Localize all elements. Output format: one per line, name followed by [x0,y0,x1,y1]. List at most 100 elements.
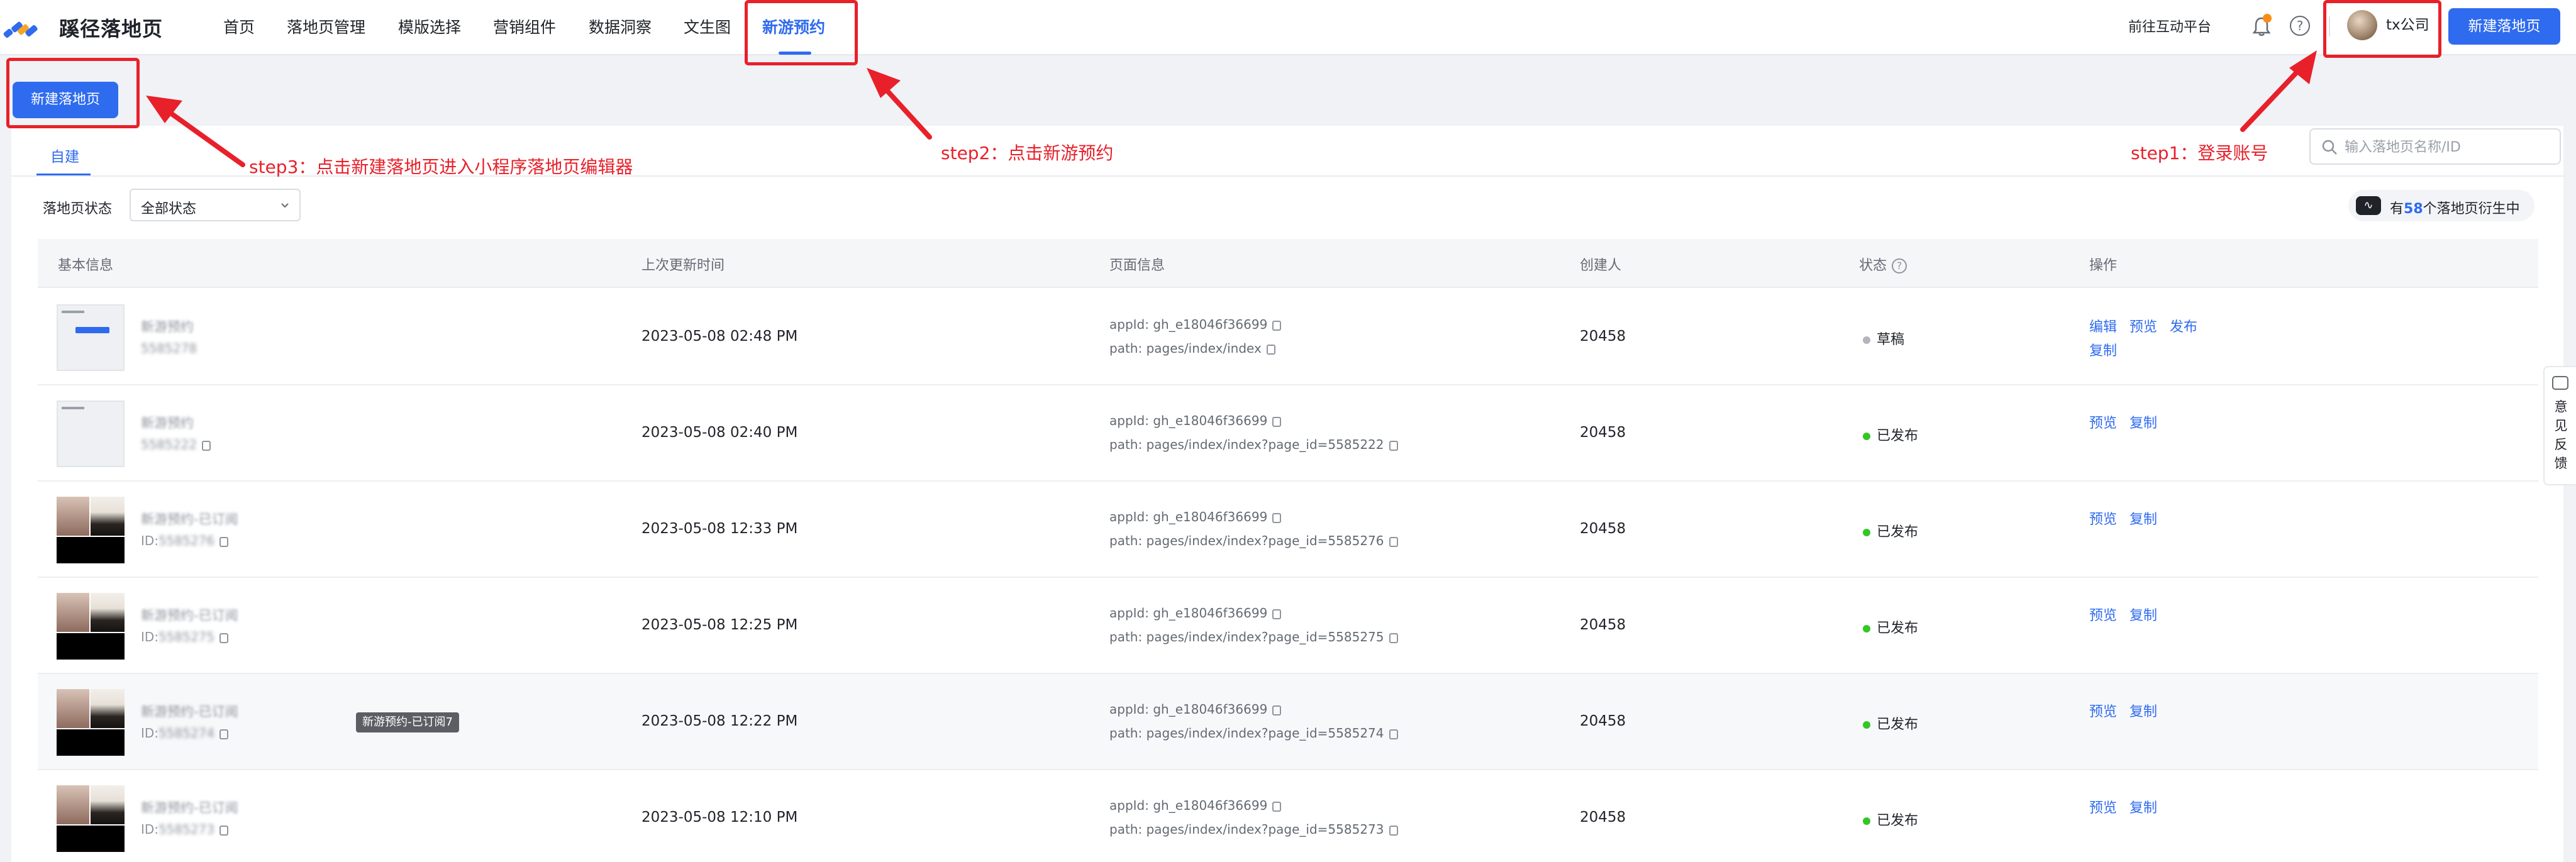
copy-icon[interactable] [1389,729,1398,739]
copy-icon[interactable] [1272,705,1282,716]
app-id: appId: gh_e18046f36699 [1109,413,1282,428]
header-create-landing-page-button[interactable]: 新建落地页 [2448,8,2560,45]
chevron-down-icon [281,203,289,208]
copy-link[interactable]: 复制 [2129,800,2157,816]
column-header-creator: 创建人 [1580,258,1622,274]
preview-link[interactable]: 预览 [2089,512,2117,528]
status-filter-select[interactable]: 全部状态 [130,189,301,221]
page-name-tooltip: 新游预约-已订阅7 [356,712,459,732]
edit-link[interactable]: 编辑 [2089,319,2117,335]
deriving-count: 58 [2404,201,2423,217]
column-header-page-info: 页面信息 [1109,258,1165,274]
logo[interactable]: 蹊径落地页 [0,10,163,45]
page-thumbnail [57,785,125,852]
copy-icon[interactable] [1272,416,1282,427]
copy-icon[interactable] [1389,536,1398,547]
nav-item-home[interactable]: 首页 [223,14,255,41]
copy-icon[interactable] [1389,440,1398,451]
feedback-tab[interactable]: 意见反馈 [2543,366,2576,485]
copy-icon[interactable] [219,825,229,836]
column-header-basic-info: 基本信息 [58,258,114,274]
page-thumbnail [57,401,125,467]
copy-icon[interactable] [1389,633,1398,643]
preview-link[interactable]: 预览 [2089,704,2117,720]
copy-link[interactable]: 复制 [2129,608,2157,624]
top-navigation-bar: 蹊径落地页 首页 落地页管理 模版选择 营销组件 数据洞察 文生图 新游预约 前… [0,0,2576,55]
status-dot [1863,336,1870,344]
copy-link[interactable]: 复制 [2089,343,2117,359]
deriving-status-pill[interactable]: ∿ 有58个落地页衍生中 [2348,190,2534,221]
updated-time: 2023-05-08 02:48 PM [641,328,798,345]
status-badge: 已发布 [1863,424,1918,445]
updated-time: 2023-05-08 12:33 PM [641,521,798,537]
status-help-icon[interactable]: ? [1892,258,1907,274]
copy-link[interactable]: 复制 [2129,704,2157,720]
copy-icon[interactable] [1272,609,1282,619]
column-header-operations: 操作 [2089,258,2118,274]
page-path: path: pages/index/index?page_id=5585276 [1109,533,1398,548]
updated-time: 2023-05-08 12:22 PM [641,713,798,729]
copy-icon[interactable] [219,633,229,643]
copy-icon[interactable] [1389,825,1398,836]
row-operations: 编辑 预览 发布 复制 [2089,316,2246,363]
nav-item-template-selection[interactable]: 模版选择 [398,14,461,41]
tab-self-built[interactable]: 自建 [50,145,79,166]
status-badge: 已发布 [1863,521,1918,541]
status-dot [1863,817,1870,825]
row-operations: 预览 复制 [2089,700,2246,724]
copy-icon[interactable] [219,536,229,547]
notification-dot [2263,14,2272,23]
preview-link[interactable]: 预览 [2089,608,2117,624]
help-icon[interactable]: ? [2290,16,2310,36]
page-name: 新游预约-已订阅 [141,704,238,719]
page-path: path: pages/index/index [1109,341,1275,356]
publish-link[interactable]: 发布 [2170,319,2197,335]
column-header-status: 状态? [1859,254,1907,274]
nav-item-marketing-components[interactable]: 营销组件 [493,14,556,41]
logo-icon [3,21,38,38]
nav-item-data-insights[interactable]: 数据洞察 [589,14,652,41]
page-thumbnail [57,593,125,660]
creator: 20458 [1580,713,1626,729]
page-thumbnail [57,689,125,756]
preview-link[interactable]: 预览 [2129,319,2157,335]
interactive-platform-link[interactable]: 前往互动平台 [2128,15,2211,40]
creator: 20458 [1580,521,1626,537]
status-dot [1863,529,1870,536]
page-thumbnail [57,497,125,563]
nav-item-landing-page-management[interactable]: 落地页管理 [287,14,365,41]
creator: 20458 [1580,809,1626,826]
search-icon [2322,140,2337,155]
page-name: 新游预约-已订阅 [141,608,238,623]
table-row: 新游预约 5585222 2023-05-08 02:40 PM appId: … [38,385,2538,482]
copy-icon[interactable] [1272,320,1282,331]
copy-icon[interactable] [1272,801,1282,812]
page-id: ID:5585274 [141,726,229,741]
copy-link[interactable]: 复制 [2129,512,2157,528]
page-id: 5585278 [141,341,197,356]
copy-icon[interactable] [1272,512,1282,523]
copy-icon[interactable] [219,729,229,739]
table-row: 新游预约-已订阅 ID:5585276 2023-05-08 12:33 PM … [38,482,2538,578]
copy-icon[interactable] [202,440,211,451]
preview-link[interactable]: 预览 [2089,800,2117,816]
page-id: ID:5585276 [141,533,229,548]
annotation-box-account [2323,0,2441,58]
status-badge: 已发布 [1863,617,1918,637]
nav-item-text-to-image[interactable]: 文生图 [684,14,731,41]
page-thumbnail [57,304,125,371]
annotation-step3: step3：点击新建落地页进入小程序落地页编辑器 [249,157,633,177]
page-path: path: pages/index/index?page_id=5585275 [1109,629,1398,644]
preview-link[interactable]: 预览 [2089,416,2117,431]
app-id: appId: gh_e18046f36699 [1109,509,1282,524]
annotation-box-new-game [745,0,858,65]
status-badge: 已发布 [1863,713,1918,733]
column-header-updated: 上次更新时间 [641,258,725,274]
logo-text: 蹊径落地页 [59,17,164,41]
search-input[interactable] [2345,136,2552,158]
updated-time: 2023-05-08 12:25 PM [641,617,798,633]
copy-icon[interactable] [1266,344,1275,355]
deriving-icon: ∿ [2356,196,2381,215]
search-box[interactable] [2309,128,2561,165]
copy-link[interactable]: 复制 [2129,416,2157,431]
